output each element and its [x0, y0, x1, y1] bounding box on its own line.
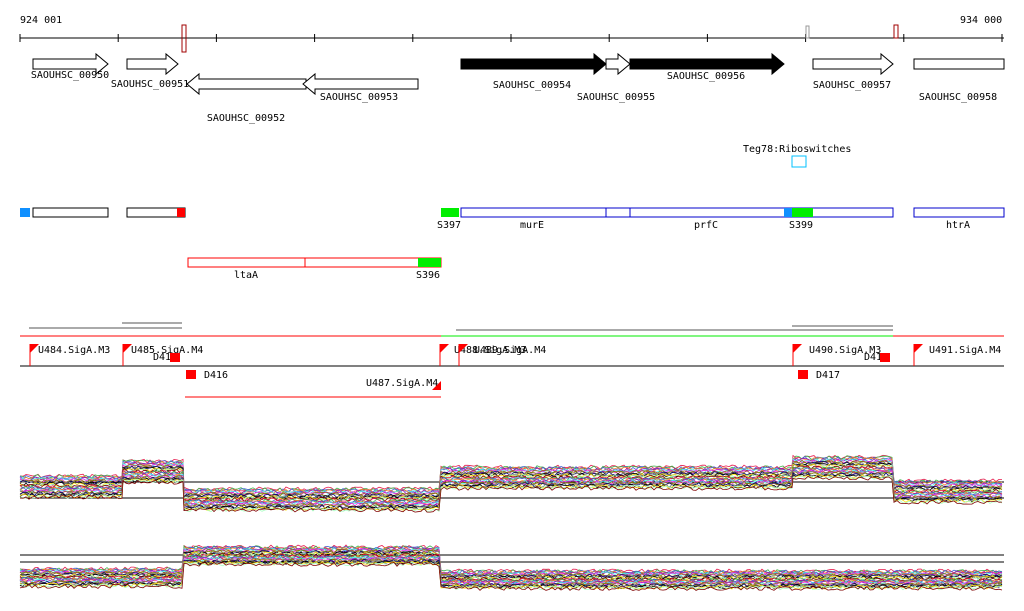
operon-box: [913, 207, 1005, 218]
riboswitch-label: Teg78:Riboswitches: [743, 144, 851, 155]
marker: [805, 25, 810, 39]
operon-label: ltaA: [234, 270, 258, 281]
operon-block: [784, 208, 792, 217]
gene-arrow[interactable]: [460, 52, 607, 76]
gene-track[interactable]: SAOUHSC_00950SAOUHSC_00951 SAOUHSC_00952 S…: [31, 52, 1005, 124]
genome-browser[interactable]: 924 001 934 000 SAOUHSC_00950SAOUHSC_009…: [0, 0, 1024, 611]
terminator-block: [170, 353, 180, 362]
gene-label: SAOUHSC_00957: [813, 80, 891, 91]
gene-arrow[interactable]: [605, 52, 631, 76]
expression-trace: [20, 544, 1003, 574]
promoter-flag-icon: [440, 344, 449, 353]
coord-end: 934 000: [960, 15, 1002, 26]
operon-box: [32, 207, 109, 218]
gene-arrow[interactable]: [186, 72, 307, 96]
promoter-flag-icon: [793, 344, 802, 353]
operon-track[interactable]: S397 murE prfC S399 htrA ltaA S396: [20, 207, 1005, 281]
promoter-label[interactable]: U487.SigA.M4: [366, 378, 438, 389]
gene-arrow[interactable]: [302, 72, 419, 96]
operon-box: [126, 207, 186, 218]
promoter-flag-icon: [914, 344, 923, 353]
operon-label: murE: [520, 220, 544, 231]
gene-arrow[interactable]: [126, 52, 179, 76]
gene-label: SAOUHSC_00952: [207, 113, 285, 124]
marker: [893, 24, 899, 39]
terminator-block: [880, 353, 890, 362]
ruler: [19, 24, 1004, 53]
gene-label: SAOUHSC_00951: [111, 79, 189, 90]
expression-trace: [19, 545, 1003, 575]
gene-label: SAOUHSC_00955: [577, 92, 655, 103]
terminator-block: [798, 370, 808, 379]
gene-arrow[interactable]: [913, 58, 1005, 70]
promoter-label[interactable]: U484.SigA.M3: [38, 345, 110, 356]
operon-box: [629, 207, 894, 218]
promoter-label[interactable]: D416: [204, 370, 228, 381]
promoter-track[interactable]: U484.SigA.M3 U485.SigA.M4D415D416U487.Sig…: [20, 322, 1004, 398]
operon-block: [20, 208, 30, 217]
riboswitch-box[interactable]: [791, 155, 807, 168]
operon-box: [460, 207, 607, 218]
gene-label: SAOUHSC_00954: [493, 80, 571, 91]
gene-label: SAOUHSC_00958: [919, 92, 997, 103]
operon-label: S396: [416, 270, 440, 281]
srna-block: [441, 208, 459, 217]
operon-box: [605, 207, 631, 218]
operon-box: [187, 257, 306, 268]
operon-label: S397: [437, 220, 461, 231]
gene-arrow[interactable]: [812, 52, 894, 76]
gene-label: SAOUHSC_00950: [31, 70, 109, 81]
terminator-block: [186, 370, 196, 379]
promoter-label[interactable]: D417: [816, 370, 840, 381]
operon-block: [177, 208, 185, 217]
expression-traces: [19, 454, 1004, 591]
promoter-label[interactable]: U489.SigA.M4: [474, 345, 546, 356]
gene-label: SAOUHSC_00956: [667, 71, 745, 82]
srna-block: [792, 208, 813, 217]
gene-label: SAOUHSC_00953: [320, 92, 398, 103]
operon-label: S399: [789, 220, 813, 231]
promoter-label[interactable]: U491.SigA.M4: [929, 345, 1001, 356]
coord-start: 924 001: [20, 15, 62, 26]
operon-label: prfC: [694, 220, 718, 231]
operon-label: htrA: [946, 220, 970, 231]
srna-block: [418, 258, 441, 267]
